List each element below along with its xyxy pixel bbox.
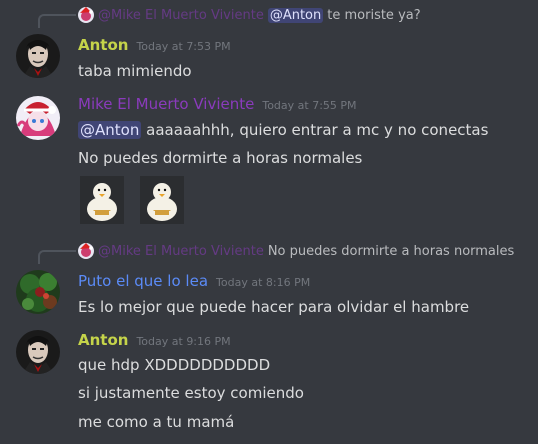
message-header: Mike El Muerto Viviente Today at 7:55 PM (78, 95, 357, 117)
message-header: Anton Today at 7:53 PM (78, 36, 231, 58)
duck-sticker-1[interactable] (80, 176, 124, 224)
message-text: me como a tu mamá (78, 413, 235, 431)
reply-author[interactable]: @Mike El Muerto Viviente (98, 8, 264, 23)
message-text-content: aaaaaahhh, quiero entrar a mc y no conec… (146, 121, 489, 139)
duck-sticker-2[interactable] (140, 176, 184, 224)
anton-avatar[interactable] (16, 330, 60, 374)
mike-mini-avatar[interactable] (78, 7, 94, 23)
username[interactable]: Puto el que lo lea (78, 272, 208, 290)
reply-preview[interactable]: @Mike El Muerto Viviente @Anton te moris… (78, 3, 421, 27)
message-text: si justamente estoy comiendo (78, 384, 304, 402)
message-text: @Anton aaaaaahhh, quiero entrar a mc y n… (78, 119, 488, 141)
message-text: que hdp XDDDDDDDDDD (78, 356, 271, 374)
timestamp[interactable]: Today at 7:53 PM (136, 40, 230, 53)
message-text: Es lo mejor que puede hacer para olvidar… (78, 298, 470, 316)
reply-mention[interactable]: @Anton (267, 7, 324, 23)
anton-avatar[interactable] (16, 34, 60, 78)
reply-connector (38, 14, 76, 28)
reply-connector (38, 250, 76, 264)
message-header: Anton Today at 9:16 PM (78, 331, 231, 353)
message-text: taba mimiendo (78, 62, 192, 80)
username[interactable]: Anton (78, 331, 128, 349)
puto-avatar[interactable] (16, 270, 60, 314)
timestamp[interactable]: Today at 7:55 PM (262, 99, 356, 112)
timestamp[interactable]: Today at 8:16 PM (216, 276, 310, 289)
mention[interactable]: @Anton (78, 121, 142, 139)
username[interactable]: Mike El Muerto Viviente (78, 95, 254, 113)
username[interactable]: Anton (78, 36, 128, 54)
reply-text[interactable]: No puedes dormirte a horas normales (268, 244, 514, 259)
mike-avatar[interactable] (16, 96, 60, 140)
message-header: Puto el que lo lea Today at 8:16 PM (78, 272, 310, 294)
timestamp[interactable]: Today at 9:16 PM (136, 335, 230, 348)
mike-mini-avatar[interactable] (78, 243, 94, 259)
reply-author[interactable]: @Mike El Muerto Viviente (98, 244, 264, 259)
chat-messages: @Mike El Muerto Viviente @Anton te moris… (0, 0, 538, 444)
reply-text[interactable]: te moriste ya? (327, 8, 420, 23)
reply-preview[interactable]: @Mike El Muerto Viviente No puedes dormi… (78, 239, 514, 263)
message-text: No puedes dormirte a horas normales (78, 149, 363, 167)
